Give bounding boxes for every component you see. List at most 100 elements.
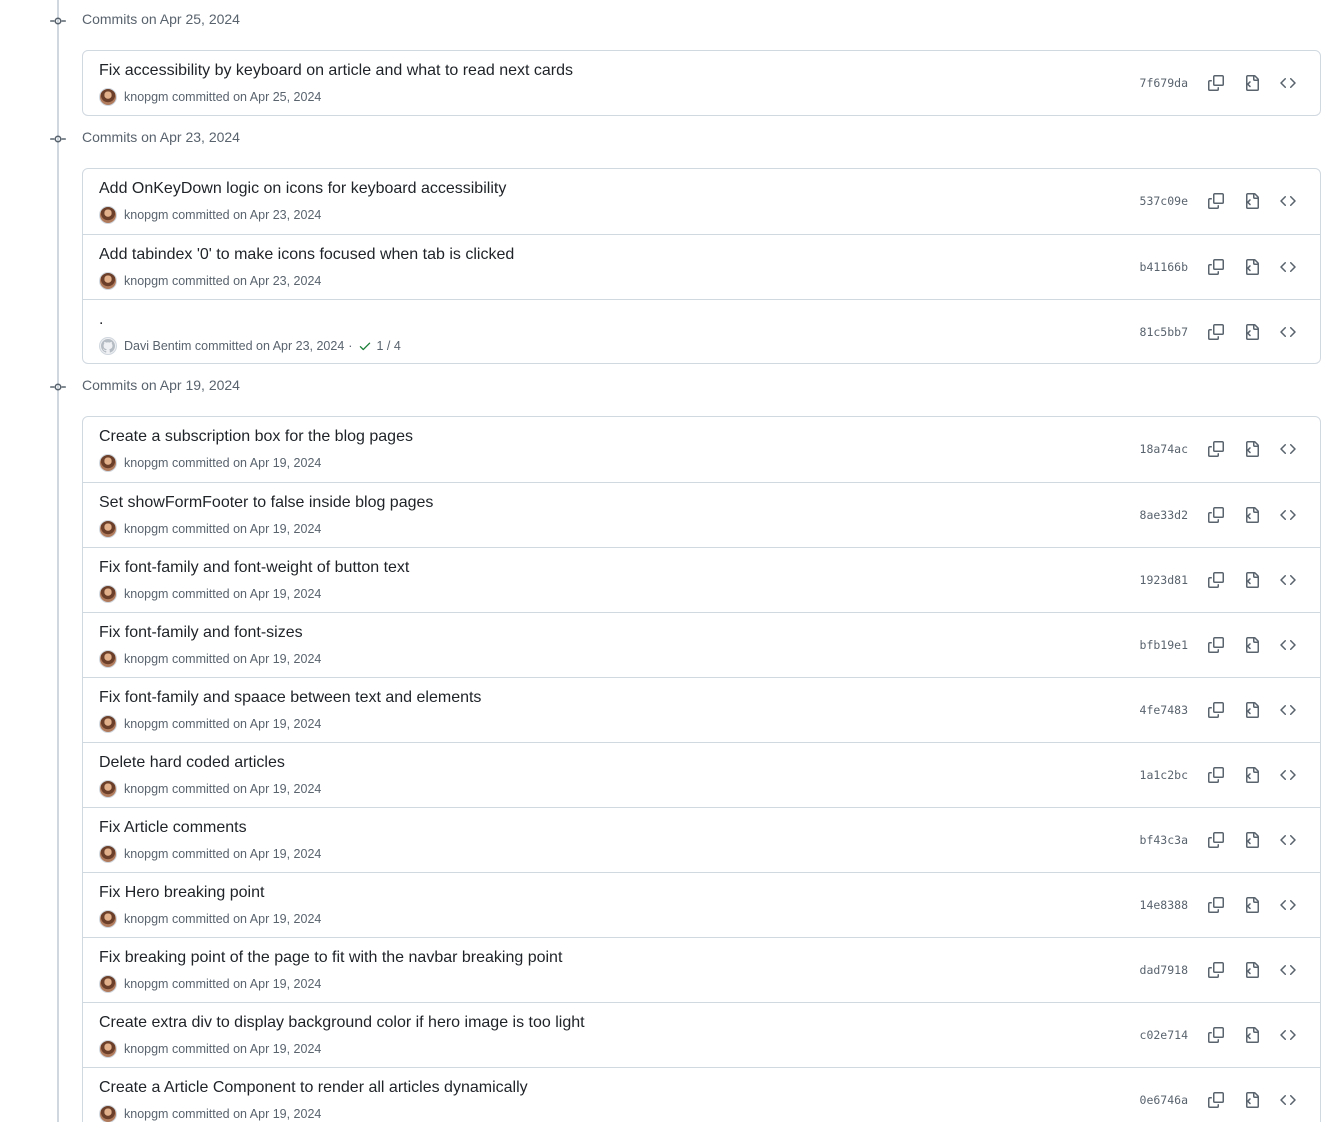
avatar[interactable]: [99, 1040, 117, 1058]
commit-author-link[interactable]: knopgm: [124, 456, 168, 470]
commit-message-link[interactable]: Create a Article Component to render all…: [99, 1079, 528, 1097]
code-icon[interactable]: [1272, 564, 1304, 596]
copy-icon[interactable]: [1200, 824, 1232, 856]
commit-sha-link[interactable]: bfb19e1: [1140, 638, 1188, 652]
code-icon[interactable]: [1272, 67, 1304, 99]
commit-author-link[interactable]: knopgm: [124, 522, 168, 536]
commit-message-link[interactable]: .: [99, 311, 103, 329]
commit-message-link[interactable]: Add tabindex '0' to make icons focused w…: [99, 246, 514, 264]
commit-sha-link[interactable]: 7f679da: [1140, 76, 1188, 90]
file-diff-icon[interactable]: [1236, 185, 1268, 217]
copy-icon[interactable]: [1200, 954, 1232, 986]
copy-icon[interactable]: [1200, 1019, 1232, 1051]
avatar[interactable]: [99, 650, 117, 668]
file-diff-icon[interactable]: [1236, 433, 1268, 465]
code-icon[interactable]: [1272, 694, 1304, 726]
commit-author-link[interactable]: knopgm: [124, 717, 168, 731]
commit-sha-link[interactable]: c02e714: [1140, 1028, 1188, 1042]
file-diff-icon[interactable]: [1236, 251, 1268, 283]
code-icon[interactable]: [1272, 499, 1304, 531]
code-icon[interactable]: [1272, 251, 1304, 283]
commit-author-link[interactable]: knopgm: [124, 90, 168, 104]
copy-icon[interactable]: [1200, 889, 1232, 921]
copy-icon[interactable]: [1200, 316, 1232, 348]
copy-icon[interactable]: [1200, 629, 1232, 661]
code-icon[interactable]: [1272, 1084, 1304, 1116]
avatar[interactable]: [99, 780, 117, 798]
avatar[interactable]: [99, 337, 117, 355]
copy-icon[interactable]: [1200, 433, 1232, 465]
commit-author-link[interactable]: knopgm: [124, 782, 168, 796]
file-diff-icon[interactable]: [1236, 889, 1268, 921]
commit-sha-link[interactable]: 537c09e: [1140, 194, 1188, 208]
avatar[interactable]: [99, 910, 117, 928]
avatar[interactable]: [99, 715, 117, 733]
commit-message-link[interactable]: Add OnKeyDown logic on icons for keyboar…: [99, 180, 506, 198]
commit-message-link[interactable]: Fix font-family and font-sizes: [99, 624, 303, 642]
commit-author-link[interactable]: knopgm: [124, 1107, 168, 1121]
code-icon[interactable]: [1272, 1019, 1304, 1051]
commit-message-link[interactable]: Fix font-family and font-weight of butto…: [99, 559, 409, 577]
commit-author-link[interactable]: knopgm: [124, 652, 168, 666]
commit-message-link[interactable]: Fix breaking point of the page to fit wi…: [99, 949, 562, 967]
commit-sha-link[interactable]: 81c5bb7: [1140, 325, 1188, 339]
file-diff-icon[interactable]: [1236, 1084, 1268, 1116]
commit-message-link[interactable]: Create extra div to display background c…: [99, 1014, 585, 1032]
copy-icon[interactable]: [1200, 185, 1232, 217]
code-icon[interactable]: [1272, 889, 1304, 921]
code-icon[interactable]: [1272, 433, 1304, 465]
commit-sha-link[interactable]: 4fe7483: [1140, 703, 1188, 717]
commit-author-link[interactable]: knopgm: [124, 912, 168, 926]
commit-sha-link[interactable]: 8ae33d2: [1140, 508, 1188, 522]
copy-icon[interactable]: [1200, 564, 1232, 596]
file-diff-icon[interactable]: [1236, 564, 1268, 596]
avatar[interactable]: [99, 520, 117, 538]
commit-author-link[interactable]: knopgm: [124, 1042, 168, 1056]
avatar[interactable]: [99, 975, 117, 993]
commit-message-link[interactable]: Fix Hero breaking point: [99, 884, 264, 902]
code-icon[interactable]: [1272, 185, 1304, 217]
commit-message-link[interactable]: Fix accessibility by keyboard on article…: [99, 62, 573, 80]
commit-message-link[interactable]: Create a subscription box for the blog p…: [99, 428, 413, 446]
commit-sha-link[interactable]: 18a74ac: [1140, 442, 1188, 456]
commit-author-link[interactable]: knopgm: [124, 587, 168, 601]
avatar[interactable]: [99, 206, 117, 224]
commit-author-link[interactable]: knopgm: [124, 847, 168, 861]
commit-sha-link[interactable]: 14e8388: [1140, 898, 1188, 912]
copy-icon[interactable]: [1200, 67, 1232, 99]
file-diff-icon[interactable]: [1236, 954, 1268, 986]
copy-icon[interactable]: [1200, 759, 1232, 791]
avatar[interactable]: [99, 585, 117, 603]
commit-message-link[interactable]: Delete hard coded articles: [99, 754, 285, 772]
file-diff-icon[interactable]: [1236, 67, 1268, 99]
avatar[interactable]: [99, 1105, 117, 1122]
code-icon[interactable]: [1272, 629, 1304, 661]
copy-icon[interactable]: [1200, 251, 1232, 283]
file-diff-icon[interactable]: [1236, 824, 1268, 856]
avatar[interactable]: [99, 88, 117, 106]
commit-author-link[interactable]: knopgm: [124, 977, 168, 991]
check-icon[interactable]: [358, 339, 372, 353]
commit-author-link[interactable]: knopgm: [124, 274, 168, 288]
file-diff-icon[interactable]: [1236, 499, 1268, 531]
commit-message-link[interactable]: Fix font-family and spaace between text …: [99, 689, 481, 707]
avatar[interactable]: [99, 454, 117, 472]
commit-sha-link[interactable]: bf43c3a: [1140, 833, 1188, 847]
code-icon[interactable]: [1272, 954, 1304, 986]
commit-author-link[interactable]: knopgm: [124, 208, 168, 222]
commit-sha-link[interactable]: 1923d81: [1140, 573, 1188, 587]
code-icon[interactable]: [1272, 316, 1304, 348]
copy-icon[interactable]: [1200, 694, 1232, 726]
commit-author-link[interactable]: Davi Bentim: [124, 339, 191, 353]
checks-status[interactable]: 1 / 4: [376, 339, 400, 353]
commit-sha-link[interactable]: 0e6746a: [1140, 1093, 1188, 1107]
commit-sha-link[interactable]: b41166b: [1140, 260, 1188, 274]
file-diff-icon[interactable]: [1236, 694, 1268, 726]
commit-message-link[interactable]: Set showFormFooter to false inside blog …: [99, 494, 433, 512]
commit-message-link[interactable]: Fix Article comments: [99, 819, 247, 837]
commit-sha-link[interactable]: dad7918: [1140, 963, 1188, 977]
copy-icon[interactable]: [1200, 1084, 1232, 1116]
code-icon[interactable]: [1272, 824, 1304, 856]
code-icon[interactable]: [1272, 759, 1304, 791]
file-diff-icon[interactable]: [1236, 1019, 1268, 1051]
